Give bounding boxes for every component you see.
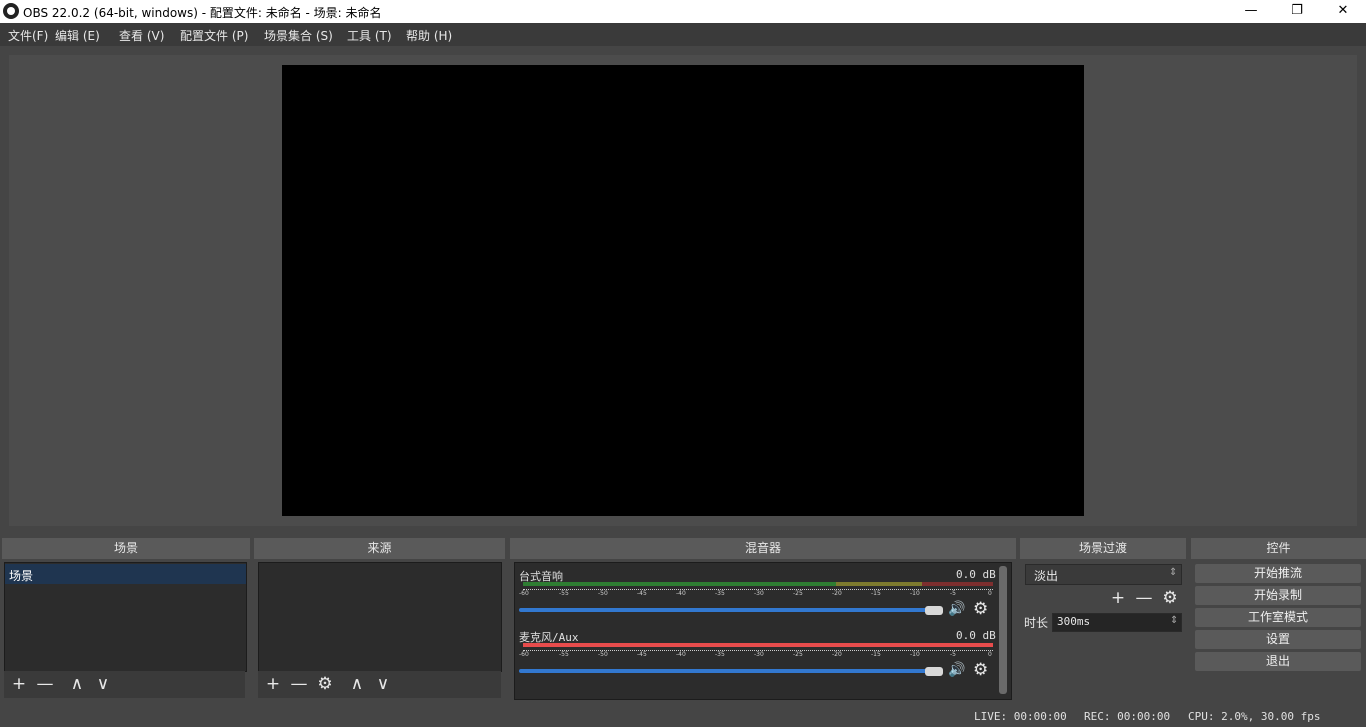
controls-dock-title: 控件 (1191, 538, 1366, 559)
menu-view[interactable]: 查看 (V) (119, 27, 164, 44)
exit-button[interactable]: 退出 (1195, 652, 1361, 671)
tick-label: 0 (988, 590, 992, 597)
volume-slider-handle[interactable] (925, 667, 943, 676)
tick-label: -40 (676, 651, 686, 658)
menu-edit[interactable]: 编辑 (E) (55, 27, 100, 44)
scenes-toolbar: + — ∧ ∨ (4, 671, 245, 698)
live-timer: LIVE: 00:00:00 (974, 710, 1067, 723)
scenes-list[interactable]: 场景 (4, 562, 247, 672)
close-button[interactable]: ✕ (1320, 0, 1366, 23)
sources-dock-title: 来源 (254, 538, 505, 559)
move-scene-down-button[interactable]: ∨ (92, 674, 114, 694)
mixer-settings-gear-icon[interactable]: ⚙ (973, 660, 988, 680)
studio-mode-button[interactable]: 工作室模式 (1195, 608, 1361, 627)
tick-label: -45 (637, 590, 647, 597)
mixer-scrollbar[interactable] (999, 566, 1007, 694)
sources-toolbar: + — ⚙ ∧ ∨ (258, 671, 501, 698)
tick-label: -40 (676, 590, 686, 597)
move-source-up-button[interactable]: ∧ (346, 674, 368, 694)
window-title: OBS 22.0.2 (64-bit, windows) - 配置文件: 未命名… (23, 6, 382, 20)
tick-label: -15 (871, 590, 881, 597)
start-recording-button[interactable]: 开始录制 (1195, 586, 1361, 605)
maximize-button[interactable]: ❐ (1274, 0, 1320, 23)
tick-label: -45 (637, 651, 647, 658)
speaker-icon[interactable]: 🔊 (948, 662, 965, 678)
spin-arrows-icon[interactable]: ⇕ (1170, 615, 1178, 626)
duration-spinbox[interactable]: 300ms ⇕ (1052, 613, 1182, 632)
tick-label: -15 (871, 651, 881, 658)
meter-tick-labels: -60 -55 -50 -45 -40 -35 -30 -25 -20 -15 … (515, 590, 1011, 598)
start-streaming-button[interactable]: 开始推流 (1195, 564, 1361, 583)
tick-label: -55 (559, 651, 569, 658)
tick-label: -5 (950, 651, 956, 658)
rec-timer: REC: 00:00:00 (1084, 710, 1171, 723)
tick-label: -60 (519, 651, 529, 658)
duration-label: 时长 (1024, 616, 1049, 630)
scenes-dock-title: 场景 (2, 538, 250, 559)
transition-selected-value: 淡出 (1034, 569, 1059, 583)
status-bar: LIVE: 00:00:00 REC: 00:00:00 CPU: 2.0%, … (0, 700, 1366, 727)
tick-label: 0 (988, 651, 992, 658)
remove-scene-button[interactable]: — (34, 674, 56, 694)
tick-label: -10 (910, 651, 920, 658)
menu-help[interactable]: 帮助 (H) (406, 27, 452, 44)
volume-slider-handle[interactable] (925, 606, 943, 615)
add-transition-button[interactable]: + (1107, 588, 1129, 608)
volume-slider[interactable] (519, 608, 929, 612)
tick-label: -20 (832, 651, 842, 658)
mixer-settings-gear-icon[interactable]: ⚙ (973, 599, 988, 619)
tick-label: -20 (832, 590, 842, 597)
add-source-button[interactable]: + (262, 674, 284, 694)
scene-label: 场景 (9, 569, 34, 583)
transition-properties-gear-icon[interactable]: ⚙ (1159, 588, 1181, 608)
tick-label: -25 (793, 590, 803, 597)
tick-label: -50 (598, 651, 608, 658)
menu-profile[interactable]: 配置文件 (P) (180, 27, 248, 44)
transitions-dock-title: 场景过渡 (1020, 538, 1186, 559)
sources-list[interactable] (258, 562, 502, 672)
mixer-panel: 台式音响 0.0 dB -60 -55 -50 -45 -40 -35 -30 … (514, 562, 1012, 700)
tick-label: -25 (793, 651, 803, 658)
tick-label: -50 (598, 590, 608, 597)
menu-file[interactable]: 文件(F) (8, 27, 48, 44)
list-item-scene[interactable]: 场景 (5, 564, 246, 584)
meter-tick-labels: -60 -55 -50 -45 -40 -35 -30 -25 -20 -15 … (515, 651, 1011, 659)
remove-source-button[interactable]: — (288, 674, 310, 694)
chevron-updown-icon: ⇕ (1169, 567, 1178, 578)
tick-label: -30 (754, 590, 764, 597)
cpu-fps-status: CPU: 2.0%, 30.00 fps (1188, 710, 1321, 723)
tick-label: -35 (715, 651, 725, 658)
menu-scene-collection[interactable]: 场景集合 (S) (264, 27, 333, 44)
duration-value: 300ms (1057, 615, 1091, 628)
menu-tools[interactable]: 工具 (T) (347, 27, 392, 44)
volume-slider[interactable] (519, 669, 929, 673)
source-properties-gear-icon[interactable]: ⚙ (314, 674, 336, 694)
tick-label: -35 (715, 590, 725, 597)
mixer-track-db: 0.0 dB (956, 629, 996, 642)
move-source-down-button[interactable]: ∨ (372, 674, 394, 694)
tick-label: -5 (950, 590, 956, 597)
mixer-track-db: 0.0 dB (956, 568, 996, 581)
transition-select[interactable]: 淡出 ⇕ (1025, 564, 1182, 585)
preview-canvas[interactable] (282, 65, 1084, 516)
tick-label: -60 (519, 590, 529, 597)
tick-label: -10 (910, 590, 920, 597)
mixer-dock-title: 混音器 (510, 538, 1016, 559)
add-scene-button[interactable]: + (8, 674, 30, 694)
move-scene-up-button[interactable]: ∧ (66, 674, 88, 694)
remove-transition-button[interactable]: — (1133, 588, 1155, 608)
settings-button[interactable]: 设置 (1195, 630, 1361, 649)
title-bar: OBS 22.0.2 (64-bit, windows) - 配置文件: 未命名… (0, 0, 1366, 23)
speaker-icon[interactable]: 🔊 (948, 601, 965, 617)
menu-bar: 文件(F) 编辑 (E) 查看 (V) 配置文件 (P) 场景集合 (S) 工具… (0, 23, 1366, 46)
obs-logo-icon (3, 3, 19, 19)
minimize-button[interactable]: — (1228, 0, 1274, 23)
tick-label: -30 (754, 651, 764, 658)
tick-label: -55 (559, 590, 569, 597)
